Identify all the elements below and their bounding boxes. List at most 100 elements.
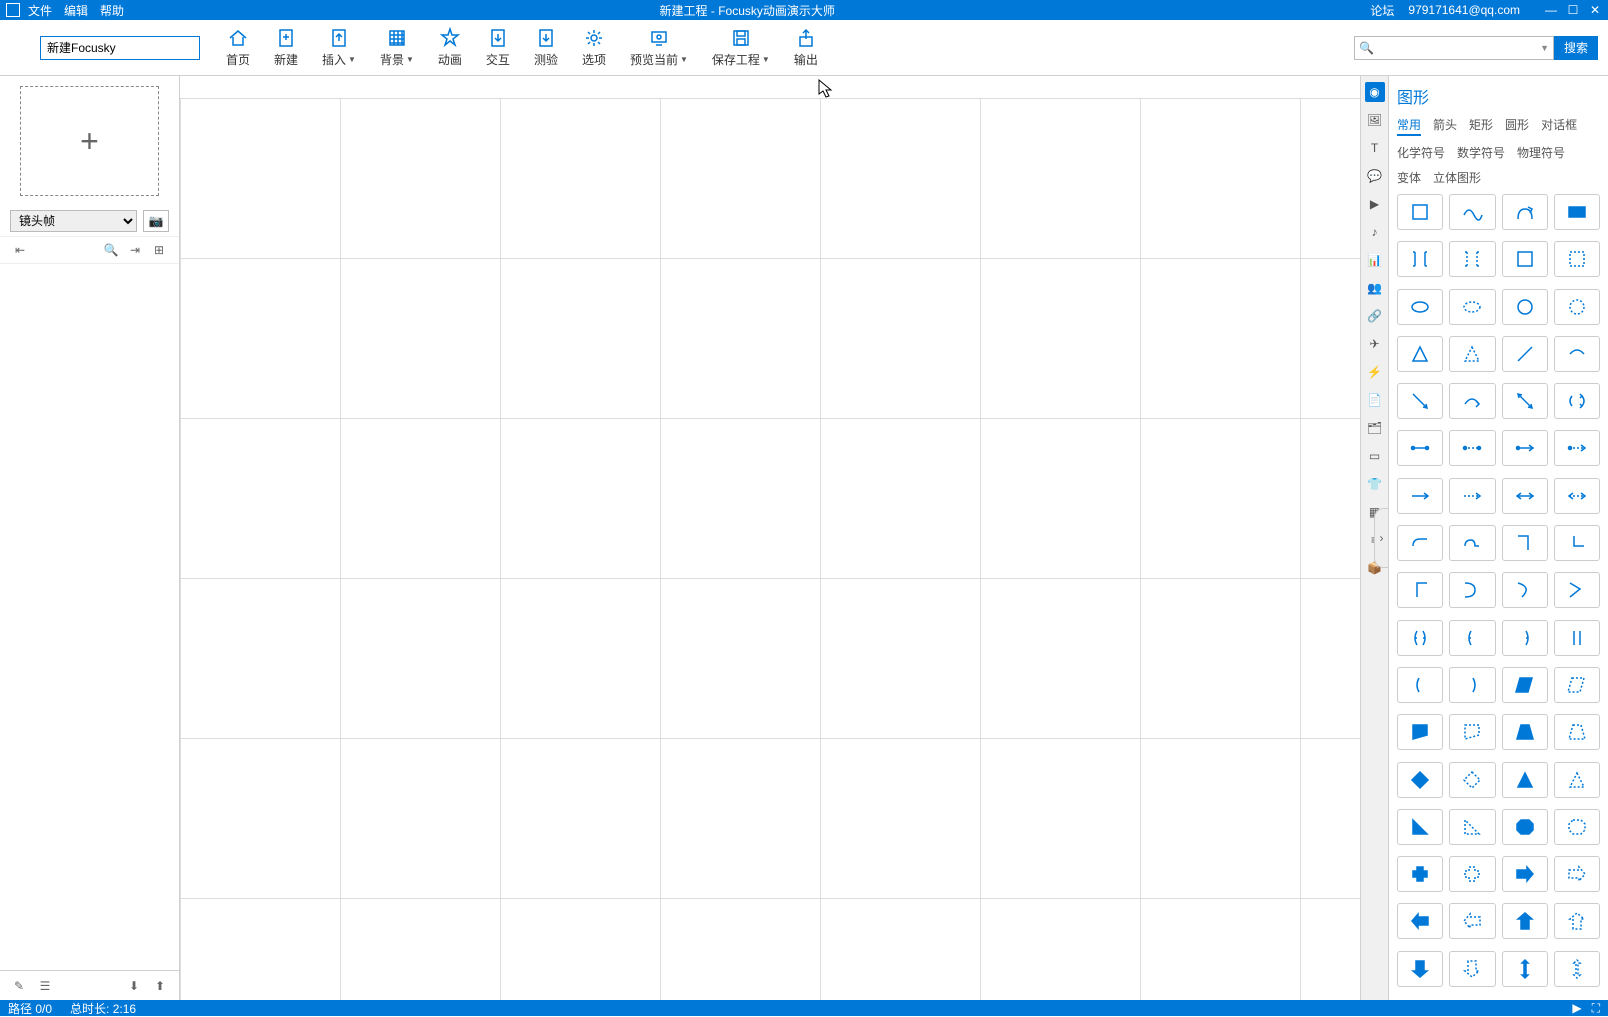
shape-item[interactable] — [1449, 714, 1495, 750]
collapse-panel-button[interactable]: › — [1374, 508, 1388, 568]
shape-tab[interactable]: 矩形 — [1469, 116, 1493, 136]
shape-item[interactable] — [1449, 667, 1495, 703]
text-tab-icon[interactable]: T — [1365, 138, 1385, 158]
minimize-button[interactable]: — — [1544, 3, 1558, 17]
shape-item[interactable] — [1397, 809, 1443, 845]
doc-tab-icon[interactable]: 📄 — [1365, 390, 1385, 410]
slides-tab-icon[interactable]: 🗂 — [1365, 418, 1385, 438]
shape-item[interactable] — [1502, 762, 1548, 798]
flash-tab-icon[interactable]: ⚡ — [1365, 362, 1385, 382]
ribbon-save[interactable]: 保存工程▼ — [712, 27, 770, 68]
shape-item[interactable] — [1397, 951, 1443, 987]
shape-item[interactable] — [1397, 194, 1443, 230]
shape-item[interactable] — [1502, 478, 1548, 514]
status-expand-icon[interactable]: ⛶ — [1592, 1001, 1600, 1016]
shape-item[interactable] — [1397, 714, 1443, 750]
shape-item[interactable] — [1397, 667, 1443, 703]
shape-item[interactable] — [1449, 903, 1495, 939]
shape-item[interactable] — [1397, 525, 1443, 561]
shape-item[interactable] — [1554, 762, 1600, 798]
menu-file[interactable]: 文件 — [28, 2, 52, 19]
shape-item[interactable] — [1449, 478, 1495, 514]
shape-tab[interactable]: 数学符号 — [1457, 144, 1505, 161]
music-tab-icon[interactable]: ♪ — [1365, 222, 1385, 242]
search-input[interactable]: 🔍 ▼ — [1354, 36, 1554, 60]
shirt-tab-icon[interactable]: 👕 — [1365, 474, 1385, 494]
shape-tab[interactable]: 圆形 — [1505, 116, 1529, 136]
shape-item[interactable] — [1502, 336, 1548, 372]
shape-item[interactable] — [1502, 903, 1548, 939]
shape-item[interactable] — [1554, 714, 1600, 750]
ribbon-preview[interactable]: 预览当前▼ — [630, 27, 688, 68]
shape-item[interactable] — [1449, 383, 1495, 419]
video-tab-icon[interactable]: ▶ — [1365, 194, 1385, 214]
ribbon-home[interactable]: 首页 — [226, 27, 250, 68]
shape-item[interactable] — [1449, 336, 1495, 372]
menu-help[interactable]: 帮助 — [100, 2, 124, 19]
shape-item[interactable] — [1554, 336, 1600, 372]
shape-item[interactable] — [1397, 620, 1443, 656]
shape-item[interactable] — [1397, 903, 1443, 939]
shape-item[interactable] — [1502, 714, 1548, 750]
shape-item[interactable] — [1449, 572, 1495, 608]
up-icon[interactable]: ⬆ — [149, 976, 171, 996]
shape-item[interactable] — [1502, 430, 1548, 466]
shape-item[interactable] — [1397, 856, 1443, 892]
zoom-icon[interactable]: 🔍 — [101, 241, 121, 259]
plane-tab-icon[interactable]: ✈ — [1365, 334, 1385, 354]
project-title-input[interactable]: 新建Focusky — [40, 36, 200, 60]
chat-tab-icon[interactable]: 💬 — [1365, 166, 1385, 186]
shape-item[interactable] — [1449, 430, 1495, 466]
add-frame-button[interactable]: + — [20, 86, 159, 196]
shape-item[interactable] — [1449, 241, 1495, 277]
shape-item[interactable] — [1449, 194, 1495, 230]
shape-item[interactable] — [1502, 241, 1548, 277]
shape-item[interactable] — [1502, 383, 1548, 419]
chart-tab-icon[interactable]: 📊 — [1365, 250, 1385, 270]
shape-item[interactable] — [1449, 809, 1495, 845]
ribbon-quiz[interactable]: 测验 — [534, 27, 558, 68]
shape-item[interactable] — [1502, 572, 1548, 608]
edit-icon[interactable]: ✎ — [8, 976, 30, 996]
shape-item[interactable] — [1397, 289, 1443, 325]
shape-item[interactable] — [1502, 194, 1548, 230]
shape-item[interactable] — [1554, 903, 1600, 939]
shape-tab[interactable]: 物理符号 — [1517, 144, 1565, 161]
shape-item[interactable] — [1554, 620, 1600, 656]
ribbon-insert[interactable]: 插入▼ — [322, 27, 356, 68]
shape-item[interactable] — [1502, 289, 1548, 325]
image-tab-icon[interactable]: 🖼 — [1365, 110, 1385, 130]
link-tab-icon[interactable]: 🔗 — [1365, 306, 1385, 326]
shape-item[interactable] — [1554, 951, 1600, 987]
shape-item[interactable] — [1397, 241, 1443, 277]
shape-item[interactable] — [1554, 289, 1600, 325]
shape-item[interactable] — [1397, 478, 1443, 514]
shape-item[interactable] — [1554, 572, 1600, 608]
shape-item[interactable] — [1502, 951, 1548, 987]
shape-item[interactable] — [1397, 430, 1443, 466]
user-email[interactable]: 979171641@qq.com — [1408, 3, 1520, 17]
menu-edit[interactable]: 编辑 — [64, 2, 88, 19]
shape-item[interactable] — [1502, 809, 1548, 845]
go-end-icon[interactable]: ⇥ — [125, 241, 145, 259]
ribbon-interact[interactable]: 交互 — [486, 27, 510, 68]
shape-item[interactable] — [1502, 620, 1548, 656]
layout-icon[interactable]: ⊞ — [149, 241, 169, 259]
shape-item[interactable] — [1397, 336, 1443, 372]
shape-item[interactable] — [1449, 525, 1495, 561]
ribbon-options[interactable]: 选项 — [582, 27, 606, 68]
close-button[interactable]: ✕ — [1588, 3, 1602, 17]
ribbon-export[interactable]: 输出 — [794, 27, 818, 68]
shape-item[interactable] — [1554, 478, 1600, 514]
go-start-icon[interactable]: ⇤ — [10, 241, 30, 259]
shape-item[interactable] — [1554, 383, 1600, 419]
shape-tab[interactable]: 化学符号 — [1397, 144, 1445, 161]
shape-tab[interactable]: 立体图形 — [1433, 169, 1481, 186]
down-icon[interactable]: ⬇ — [123, 976, 145, 996]
shape-item[interactable] — [1502, 667, 1548, 703]
shape-item[interactable] — [1397, 762, 1443, 798]
shape-item[interactable] — [1449, 856, 1495, 892]
people-tab-icon[interactable]: 👥 — [1365, 278, 1385, 298]
shape-item[interactable] — [1449, 289, 1495, 325]
ribbon-new[interactable]: 新建 — [274, 27, 298, 68]
